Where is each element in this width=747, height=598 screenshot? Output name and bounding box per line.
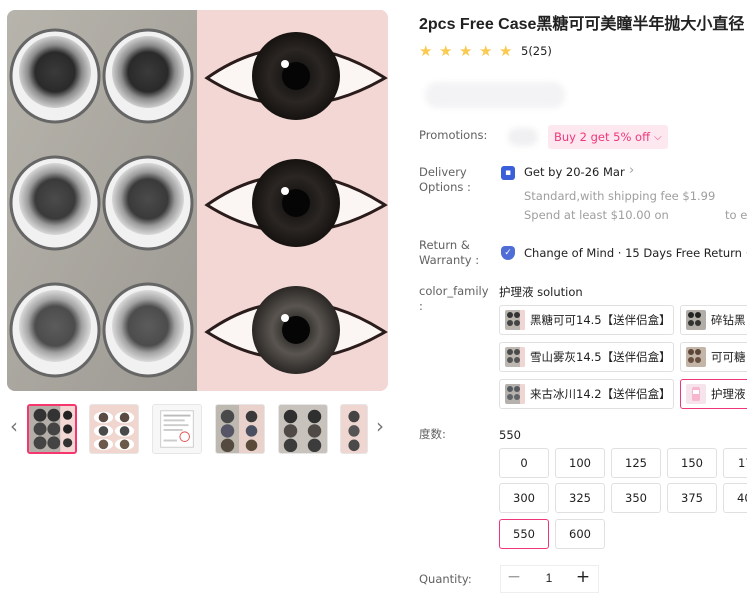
degree-option[interactable]: 300	[499, 483, 549, 513]
star-icon: ★	[459, 42, 473, 60]
color-family-selected: 护理液 solution	[499, 285, 583, 299]
degree-option[interactable]: 125	[611, 448, 661, 478]
degree-option[interactable]: 375	[667, 483, 717, 513]
color-option-label: 可可糖	[711, 350, 746, 364]
star-icon: ★	[439, 42, 453, 60]
variant-thumbnail	[686, 384, 706, 404]
warranty-label-line1: Return &	[419, 238, 470, 252]
degree-option[interactable]: 40	[723, 483, 747, 513]
thumbnail-5[interactable]	[278, 404, 328, 454]
warranty-text[interactable]: Change of Mind · 15 Days Free Return · W	[524, 246, 747, 260]
chevron-right-icon[interactable]: ›	[629, 163, 634, 178]
chevron-right-icon[interactable]: ›	[373, 414, 387, 438]
color-option-4[interactable]: 可可糖	[680, 342, 747, 372]
delivery-shipping-fee: Standard,with shipping fee $1.99	[524, 189, 716, 203]
color-option-5[interactable]: 来古冰川14.2【送伴侣盒】	[499, 379, 674, 409]
thumbnail-2[interactable]	[89, 404, 139, 454]
color-option-label: 来古冰川14.2【送伴侣盒】	[530, 387, 671, 401]
thumbnail-1[interactable]	[27, 404, 77, 454]
variant-thumbnail	[686, 310, 706, 330]
delivery-threshold-tail: to e	[725, 208, 747, 222]
price-blurred	[425, 82, 565, 108]
degree-option[interactable]: 350	[611, 483, 661, 513]
quantity-decrease-button[interactable]: −	[503, 566, 525, 590]
color-option-label: 雪山雾灰14.5【送伴侣盒】	[530, 350, 671, 364]
contact-lens-photo	[7, 10, 388, 391]
color-option-1[interactable]: 黑糖可可14.5【送伴侣盒】	[499, 305, 674, 335]
variant-thumbnail	[505, 310, 525, 330]
degree-selected: 550	[499, 428, 521, 442]
chevron-down-icon: ⌵	[654, 131, 662, 143]
promotion-offer-button[interactable]: Buy 2 get 5% off ⌵	[548, 125, 668, 149]
degree-option[interactable]: 150	[667, 448, 717, 478]
thumbnail-strip: ‹ ›	[7, 402, 388, 454]
quantity-increase-button[interactable]: +	[572, 566, 594, 590]
color-option-label: 黑糖可可14.5【送伴侣盒】	[530, 313, 671, 327]
variant-thumbnail	[686, 347, 706, 367]
variant-thumbnail	[505, 384, 525, 404]
rating-row[interactable]: ★ ★ ★ ★ ★ 5(25)	[419, 42, 552, 60]
star-icon: ★	[419, 42, 433, 60]
quantity-input[interactable]	[530, 567, 568, 589]
warranty-label-line2: Warranty :	[419, 253, 480, 267]
rating-count: 5(25)	[521, 44, 552, 58]
product-title: 2pcs Free Case黑糖可可美瞳半年抛大小直径	[419, 16, 745, 33]
color-option-2[interactable]: 碎钻黑	[680, 305, 747, 335]
thumbnail-3[interactable]	[152, 404, 202, 454]
delivery-label-line1: Delivery	[419, 165, 467, 179]
promotions-label: Promotions:	[419, 128, 488, 142]
star-icon: ★	[479, 42, 493, 60]
color-option-label: 护理液	[711, 387, 746, 401]
color-family-label: color_family	[419, 284, 489, 298]
thumbnail-4[interactable]	[215, 404, 265, 454]
chevron-left-icon[interactable]: ‹	[7, 414, 21, 438]
color-option-label: 碎钻黑	[711, 313, 746, 327]
color-option-6[interactable]: 护理液	[680, 379, 747, 409]
thumbnail-6[interactable]	[340, 404, 368, 454]
delivery-truck-icon: ▪	[501, 166, 515, 180]
degree-option[interactable]: 17	[723, 448, 747, 478]
delivery-label-line2: Options :	[419, 180, 471, 194]
main-product-image[interactable]	[7, 10, 388, 391]
degree-option[interactable]: 325	[555, 483, 605, 513]
delivery-estimate[interactable]: Get by 20-26 Mar	[524, 165, 625, 179]
degree-option[interactable]: 100	[555, 448, 605, 478]
shield-icon: ✓	[501, 246, 515, 260]
color-option-3[interactable]: 雪山雾灰14.5【送伴侣盒】	[499, 342, 674, 372]
degree-option[interactable]: 0	[499, 448, 549, 478]
star-icon: ★	[499, 42, 513, 60]
degree-option[interactable]: 600	[555, 519, 605, 549]
promo-blurred	[508, 128, 538, 146]
degree-option-selected[interactable]: 550	[499, 519, 549, 549]
degree-label: 度数:	[419, 427, 446, 441]
quantity-label: Quantity:	[419, 572, 472, 586]
promotion-offer-text: Buy 2 get 5% off	[554, 130, 651, 144]
color-family-label-suffix: :	[419, 299, 423, 313]
variant-thumbnail	[505, 347, 525, 367]
delivery-threshold: Spend at least $10.00 on	[524, 208, 669, 222]
